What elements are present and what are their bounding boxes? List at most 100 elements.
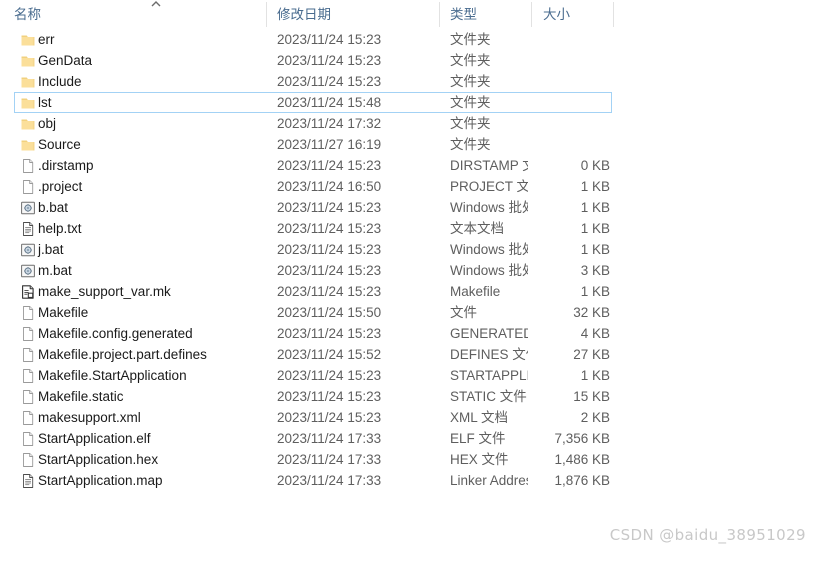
file-size: 2 KB <box>580 410 610 425</box>
file-size: 1 KB <box>580 368 610 383</box>
file-date-modified: 2023/11/24 15:23 <box>277 32 382 47</box>
file-list: err 2023/11/24 15:23 文件夹 GenData 2023/11/24 … <box>0 29 824 491</box>
file-type: 文件夹 <box>450 137 491 152</box>
file-type: 文件夹 <box>450 116 491 131</box>
file-size: 1 KB <box>580 242 610 257</box>
file-size: 7,356 KB <box>554 431 610 446</box>
blank-document-icon <box>20 179 36 195</box>
file-name[interactable]: Include <box>38 73 82 90</box>
column-header-size[interactable]: 大小 <box>543 7 570 23</box>
watermark-text: CSDN @baidu_38951029 <box>609 526 806 544</box>
file-row[interactable]: Makefile.project.part.defines 2023/11/24 … <box>0 344 824 365</box>
file-size: 0 KB <box>580 158 610 173</box>
column-header-date-modified[interactable]: 修改日期 <box>277 7 331 23</box>
column-divider-4[interactable] <box>613 2 614 27</box>
file-name[interactable]: b.bat <box>38 199 68 216</box>
file-name[interactable]: Makefile.static <box>38 388 124 405</box>
text-document-icon <box>20 221 36 237</box>
file-name[interactable]: makesupport.xml <box>38 409 141 426</box>
file-row[interactable]: Include 2023/11/24 15:23 文件夹 <box>0 71 824 92</box>
file-row[interactable]: StartApplication.hex 2023/11/24 17:33 HEX … <box>0 449 824 470</box>
file-name[interactable]: StartApplication.hex <box>38 451 158 468</box>
file-row[interactable]: Source 2023/11/27 16:19 文件夹 <box>0 134 824 155</box>
file-size: 1 KB <box>580 284 610 299</box>
file-date-modified: 2023/11/24 15:23 <box>277 284 382 299</box>
folder-icon <box>20 53 36 69</box>
file-name[interactable]: Makefile <box>38 304 88 321</box>
file-row[interactable]: Makefile.StartApplication 2023/11/24 15:2… <box>0 365 824 386</box>
file-name[interactable]: Makefile.config.generated <box>38 325 193 342</box>
file-name[interactable]: StartApplication.map <box>38 472 163 489</box>
file-row[interactable]: GenData 2023/11/24 15:23 文件夹 <box>0 50 824 71</box>
blank-document-icon <box>20 452 36 468</box>
chevron-up-icon <box>149 0 163 8</box>
file-row[interactable]: StartApplication.elf 2023/11/24 17:33 ELF … <box>0 428 824 449</box>
file-size: 3 KB <box>580 263 610 278</box>
file-size: 32 KB <box>573 305 610 320</box>
file-row[interactable]: makesupport.xml 2023/11/24 15:23 XML 文档 2 K… <box>0 407 824 428</box>
file-row[interactable]: obj 2023/11/24 17:32 文件夹 <box>0 113 824 134</box>
file-type: 文件夹 <box>450 32 491 47</box>
file-date-modified: 2023/11/24 15:23 <box>277 263 382 278</box>
blank-document-icon <box>20 158 36 174</box>
file-name[interactable]: GenData <box>38 52 92 69</box>
file-date-modified: 2023/11/24 15:48 <box>277 95 382 110</box>
file-row[interactable]: lst 2023/11/24 15:48 文件夹 <box>0 92 824 113</box>
blank-document-icon <box>20 326 36 342</box>
file-row[interactable]: help.txt 2023/11/24 15:23 文本文档 1 KB <box>0 218 824 239</box>
file-name[interactable]: Source <box>38 136 81 153</box>
file-row[interactable]: Makefile.config.generated 2023/11/24 15:2… <box>0 323 824 344</box>
file-row[interactable]: make_support_var.mk 2023/11/24 15:23 Makef… <box>0 281 824 302</box>
file-size: 1 KB <box>580 200 610 215</box>
file-name[interactable]: .dirstamp <box>38 157 94 174</box>
file-name[interactable]: err <box>38 31 55 48</box>
file-row[interactable]: .dirstamp2023/11/24 15:23DIRSTAMP 文件0 KB <box>0 155 824 176</box>
file-row[interactable]: b.bat2023/11/24 15:23Windows 批处理...1 KB <box>0 197 824 218</box>
file-name[interactable]: obj <box>38 115 56 132</box>
file-date-modified: 2023/11/24 17:33 <box>277 452 382 467</box>
file-row[interactable]: m.bat2023/11/24 15:23Windows 批处理...3 KB <box>0 260 824 281</box>
blank-document-icon <box>20 368 36 384</box>
file-name[interactable]: lst <box>38 94 52 111</box>
blank-document-icon <box>20 305 36 321</box>
file-row[interactable]: err 2023/11/24 15:23 文件夹 <box>0 29 824 50</box>
file-date-modified: 2023/11/24 15:23 <box>277 410 382 425</box>
folder-icon <box>20 95 36 111</box>
file-date-modified: 2023/11/24 15:23 <box>277 242 382 257</box>
file-name[interactable]: .project <box>38 178 82 195</box>
file-name[interactable]: j.bat <box>38 241 64 258</box>
file-date-modified: 2023/11/24 15:23 <box>277 74 382 89</box>
header-separator <box>0 27 824 28</box>
file-date-modified: 2023/11/24 15:23 <box>277 368 382 383</box>
file-name[interactable]: Makefile.StartApplication <box>38 367 187 384</box>
file-size: 4 KB <box>580 326 610 341</box>
file-size: 1 KB <box>580 221 610 236</box>
file-row[interactable]: Makefile.static 2023/11/24 15:23 STATIC 文件… <box>0 386 824 407</box>
column-divider-3[interactable] <box>531 2 532 27</box>
column-divider-1[interactable] <box>266 2 267 27</box>
file-type: 文件夹 <box>450 53 491 68</box>
column-header-name[interactable]: 名称 <box>14 7 41 23</box>
file-size: 27 KB <box>573 347 610 362</box>
file-row[interactable]: StartApplication.map 2023/11/24 17:33 Link… <box>0 470 824 491</box>
column-header-type[interactable]: 类型 <box>450 7 477 23</box>
file-name[interactable]: Makefile.project.part.defines <box>38 346 207 363</box>
file-name[interactable]: StartApplication.elf <box>38 430 151 447</box>
batch-script-icon <box>20 242 36 258</box>
file-size: 1,486 KB <box>554 452 610 467</box>
folder-icon <box>20 32 36 48</box>
file-name[interactable]: make_support_var.mk <box>38 283 171 300</box>
file-row[interactable]: j.bat2023/11/24 15:23Windows 批处理...1 KB <box>0 239 824 260</box>
file-row[interactable]: Makefile 2023/11/24 15:50 文件 32 KB <box>0 302 824 323</box>
file-date-modified: 2023/11/24 15:23 <box>277 326 382 341</box>
file-size: 1 KB <box>580 179 610 194</box>
file-type: 文件夹 <box>450 95 491 110</box>
file-row[interactable]: .project2023/11/24 16:50PROJECT 文件1 KB <box>0 176 824 197</box>
file-date-modified: 2023/11/24 17:33 <box>277 473 382 488</box>
blank-document-icon <box>20 389 36 405</box>
file-date-modified: 2023/11/24 15:50 <box>277 305 382 320</box>
file-name[interactable]: help.txt <box>38 220 82 237</box>
file-name[interactable]: m.bat <box>38 262 72 279</box>
column-divider-2[interactable] <box>439 2 440 27</box>
file-type: 文件夹 <box>450 74 491 89</box>
